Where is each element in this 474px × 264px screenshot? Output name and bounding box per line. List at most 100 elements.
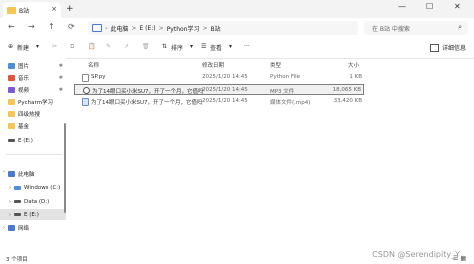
pin-icon: ✱: [58, 74, 63, 81]
title-bar: B站 × + — ☐ ✕: [0, 0, 474, 18]
breadcrumb-item-this-pc[interactable]: 此电脑: [110, 24, 128, 33]
sort-icon[interactable]: ⇅: [162, 43, 167, 50]
sidebar-item-drive-c[interactable]: › Windows (C:): [0, 182, 66, 193]
breadcrumb-item-drive-e[interactable]: E (E:): [139, 25, 155, 32]
sidebar-item-music[interactable]: 音乐 ✱: [0, 72, 66, 83]
breadcrumb-separator: >: [202, 24, 208, 32]
paste-icon[interactable]: 📋: [88, 43, 95, 50]
file-size: 1 KB: [349, 74, 362, 80]
sidebar-item-label: Windows (C:): [24, 184, 61, 191]
navigation-bar: ← → ↑ ⟳ › 此电脑 > E (E:) > Python学习 > B站 在…: [0, 18, 474, 38]
file-type: Python File: [270, 74, 301, 80]
chevron-down-icon[interactable]: ▾: [229, 43, 232, 50]
pin-icon: ✱: [58, 86, 63, 93]
chevron-down-icon[interactable]: ▾: [190, 43, 193, 50]
drive-icon: [14, 200, 21, 203]
breadcrumb-separator[interactable]: ›: [105, 25, 107, 32]
mp3-file-icon: [83, 87, 90, 94]
chevron-right-icon[interactable]: ›: [0, 225, 8, 231]
view-button[interactable]: 查看: [210, 43, 222, 52]
file-date: 2025/1/20 14:45: [202, 74, 248, 80]
refresh-button[interactable]: ⟳: [68, 22, 75, 31]
breadcrumb-separator: >: [131, 24, 137, 32]
watermark: CSDN @Serendipity_Y: [372, 250, 460, 259]
sidebar-item-label: E (E:): [18, 137, 33, 144]
sidebar-item-cet4[interactable]: 四级热搜: [0, 108, 66, 119]
drive-icon: [14, 213, 21, 216]
cut-icon[interactable]: ✂: [52, 43, 57, 50]
file-date: 2025/1/20 14:45: [202, 87, 248, 93]
share-icon[interactable]: ↗: [124, 43, 129, 50]
file-row-sp-py[interactable]: SP.py 2025/1/20 14:45 Python File 1 KB: [74, 72, 364, 83]
pc-icon: [92, 24, 102, 32]
file-size: 33,420 KB: [333, 98, 362, 104]
sidebar-item-pycharm[interactable]: Pycharm学习: [0, 96, 66, 107]
close-window-button[interactable]: ✕: [454, 2, 461, 11]
breadcrumb-item-b-station[interactable]: B站: [211, 24, 221, 33]
sidebar-scrollbar[interactable]: [64, 123, 66, 213]
column-header-name[interactable]: 名称: [88, 61, 99, 69]
tab-b-station[interactable]: B站 ×: [3, 2, 61, 18]
delete-icon[interactable]: 🗑: [142, 43, 150, 50]
copy-icon[interactable]: ⧉: [70, 43, 74, 51]
tab-close-icon[interactable]: ×: [51, 5, 57, 13]
breadcrumb-item-python[interactable]: Python学习: [167, 24, 200, 33]
minimize-button[interactable]: —: [398, 2, 406, 11]
file-name: SP.py: [91, 74, 106, 80]
chevron-right-icon[interactable]: ›: [6, 212, 14, 218]
column-header-row: 名称 修改日期 类型 大小: [74, 58, 470, 70]
sidebar-item-drive-d[interactable]: › Data (D:): [0, 196, 66, 207]
view-icon[interactable]: ☰: [201, 43, 206, 50]
network-icon: [8, 224, 15, 231]
chevron-right-icon[interactable]: ›: [6, 185, 14, 191]
up-button[interactable]: ↑: [48, 22, 55, 31]
tiles-view-icon[interactable]: ▦: [460, 255, 466, 262]
chevron-down-icon[interactable]: ˅: [0, 171, 8, 177]
folder-icon: [8, 122, 15, 129]
search-placeholder: 在 B站 中搜索: [372, 25, 410, 33]
column-header-type[interactable]: 类型: [270, 61, 281, 69]
sidebar-item-fund[interactable]: 基金: [0, 120, 66, 131]
file-row-mp3[interactable]: 为了14眼口买小米SU7，开了一个月，它值吗 2025/1/20 14:45 M…: [74, 84, 364, 95]
folder-icon: [8, 110, 15, 117]
back-button[interactable]: ←: [8, 22, 15, 31]
new-tab-button[interactable]: +: [66, 4, 74, 14]
search-icon[interactable]: ⌕: [458, 23, 462, 32]
sidebar-item-drive-e[interactable]: › E (E:): [0, 209, 66, 220]
pictures-icon: [8, 62, 15, 69]
sidebar-item-network[interactable]: › 网络: [0, 222, 66, 233]
file-date: 2025/1/20 14:45: [202, 98, 248, 104]
file-name: 为了14眼口买小米SU7，开了一个月，它值吗: [91, 100, 203, 106]
sort-button[interactable]: 排序: [171, 43, 183, 52]
breadcrumb[interactable]: › 此电脑 > E (E:) > Python学习 > B站: [88, 21, 358, 35]
python-file-icon: [82, 74, 89, 82]
sidebar-item-label: Pycharm学习: [18, 99, 53, 106]
rename-icon[interactable]: ✎: [106, 43, 111, 50]
maximize-button[interactable]: ☐: [426, 2, 433, 11]
file-row-mp4[interactable]: 为了14眼口买小米SU7，开了一个月，它值吗 2025/1/20 14:45 媒…: [74, 96, 364, 107]
explorer-window: B站 × + — ☐ ✕ ← → ↑ ⟳ › 此电脑 > E (E:) > Py…: [0, 0, 474, 264]
new-button[interactable]: 新建: [17, 43, 29, 52]
item-count: 3 个项目: [6, 257, 28, 263]
column-header-date[interactable]: 修改日期: [202, 61, 224, 69]
chevron-right-icon[interactable]: ›: [6, 199, 14, 205]
sidebar-item-videos[interactable]: 视频 ✱: [0, 84, 66, 95]
drive-icon: [14, 185, 21, 190]
details-button[interactable]: 详细信息: [429, 43, 466, 52]
sidebar-item-this-pc[interactable]: ˅ 此电脑: [0, 168, 66, 179]
sidebar-item-pictures[interactable]: 图片 ✱: [0, 60, 66, 71]
music-icon: [8, 74, 15, 81]
pc-icon: [8, 170, 15, 177]
more-options-button[interactable]: ···: [244, 43, 250, 50]
forward-button[interactable]: →: [28, 22, 35, 31]
column-header-size[interactable]: 大小: [348, 61, 359, 69]
videos-icon: [8, 86, 15, 93]
new-icon[interactable]: ⊕: [8, 43, 13, 50]
file-list: 名称 修改日期 类型 大小 SP.py 2025/1/20 14:45 Pyth…: [74, 58, 474, 254]
folder-icon: [7, 6, 16, 14]
file-name: 为了14眼口买小米SU7，开了一个月，它值吗: [92, 89, 204, 95]
sidebar-item-drive-e-quick[interactable]: E (E:): [0, 135, 66, 146]
file-type: 媒体文件(.mp4): [270, 100, 311, 106]
chevron-down-icon[interactable]: ▾: [36, 43, 39, 50]
search-box[interactable]: 在 B站 中搜索 ⌕: [364, 21, 468, 35]
